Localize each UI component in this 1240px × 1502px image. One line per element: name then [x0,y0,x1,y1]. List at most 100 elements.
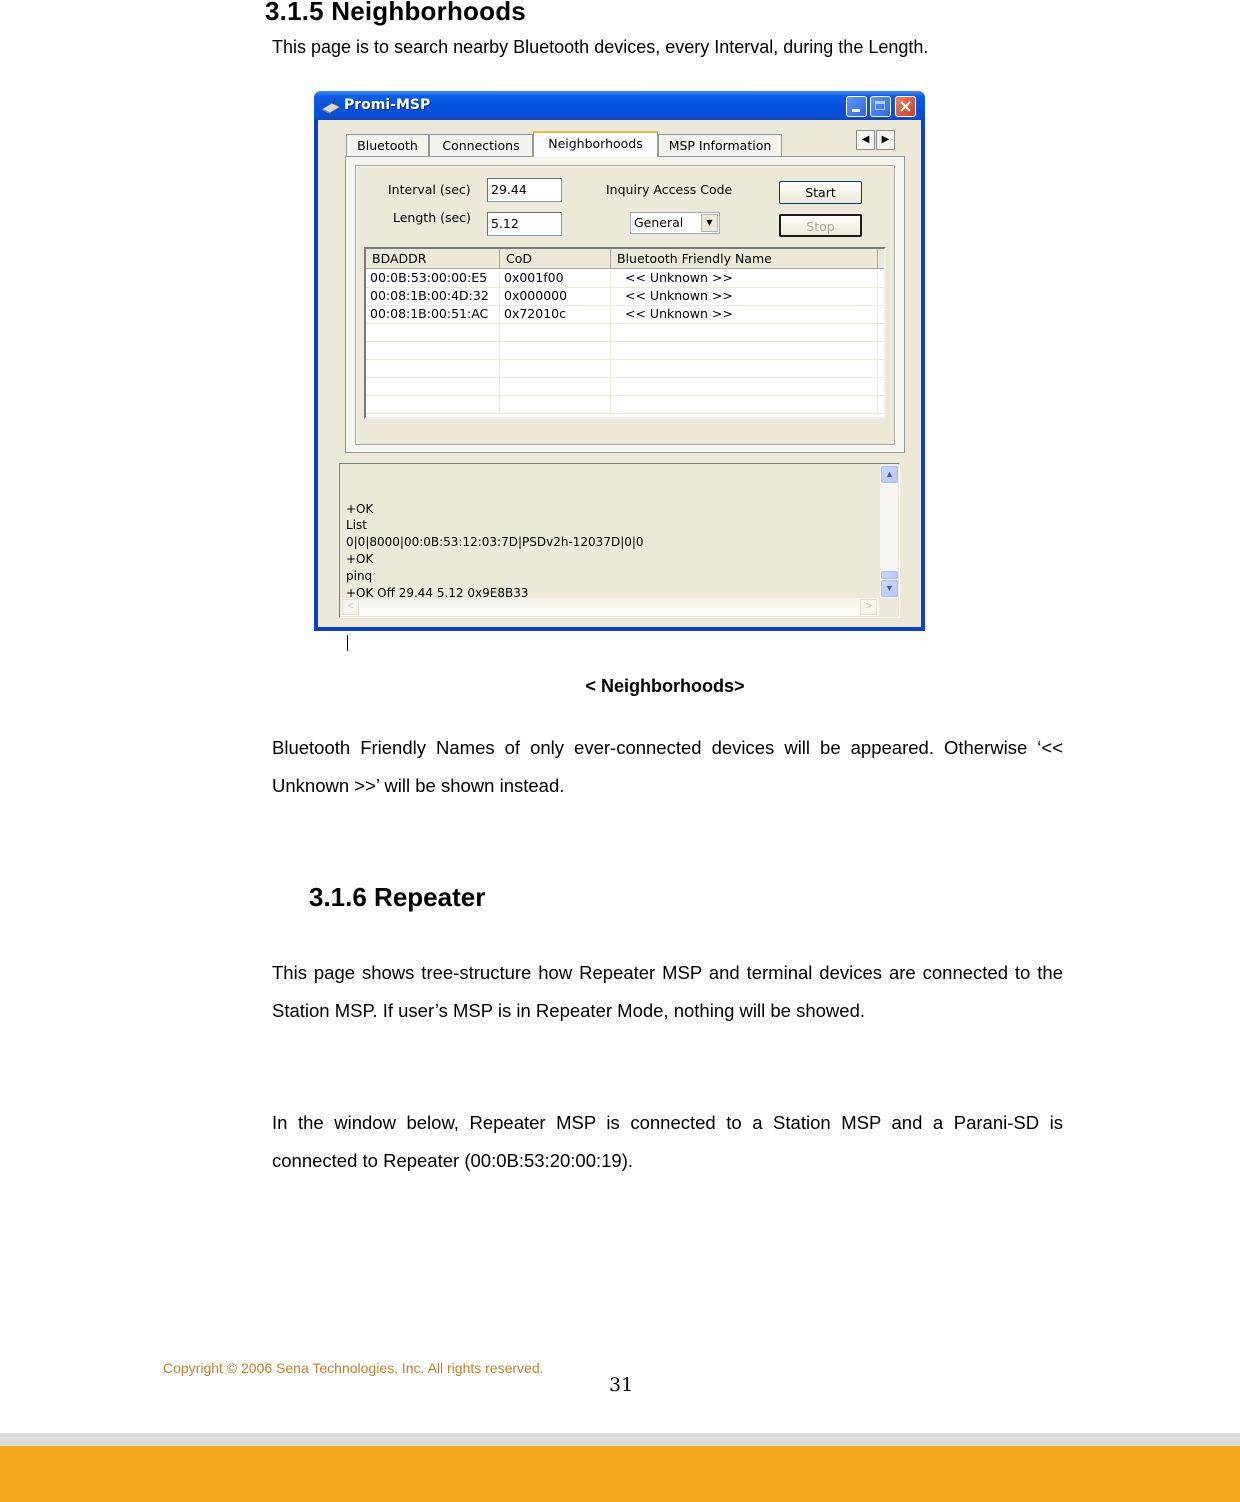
text-caret [347,634,348,651]
triangle-right-icon: ▶ [881,134,890,145]
repeater-paragraph-2: In the window below, Repeater MSP is con… [272,1112,1063,1171]
empty-table-row[interactable] [366,323,884,342]
cell-bdaddr [366,377,500,395]
scroll-up-button[interactable]: ▲ [881,466,898,483]
cell-cod [500,395,611,413]
table-row[interactable]: 00:0B:53:00:00:E5 0x001f00 << Unknown >> [366,269,884,288]
tab-msp-information[interactable]: MSP Information [658,134,782,156]
cell-bdaddr [366,359,500,377]
cell-friendly-name: << Unknown >> [611,305,878,323]
length-input[interactable]: 5.12 [487,212,562,236]
copyright-notice: Copyright © 2006 Sena Technologies, Inc.… [163,1360,544,1376]
tab-neighborhoods[interactable]: Neighborhoods [533,131,658,157]
inquiry-access-code-label: Inquiry Access Code [606,182,733,197]
tab-scroll-left-button[interactable]: ◀ [856,130,875,150]
empty-table-row[interactable] [366,377,884,396]
triangle-left-icon: ◀ [861,134,870,145]
horizontal-scrollbar[interactable]: < > [341,598,879,616]
cell-cod [500,323,611,341]
scroll-right-button[interactable]: > [860,599,877,615]
length-label: Length (sec) [393,210,471,225]
cell-friendly-name: << Unknown >> [611,287,878,305]
tab-scroll-right-button[interactable]: ▶ [876,130,895,150]
column-header-bdaddr[interactable]: BDADDR [366,249,500,268]
neighborhoods-tab-panel: Interval (sec) 29.44 Length (sec) 5.12 I… [345,156,905,453]
cell-filler [878,323,884,341]
column-header-cod[interactable]: CoD [500,249,611,268]
log-line: +OK [346,551,374,566]
maximize-button[interactable] [870,96,891,117]
cell-bdaddr [366,323,500,341]
start-button[interactable]: Start [779,181,862,204]
cell-filler [878,395,884,413]
inquiry-access-code-select[interactable]: General ▼ [630,212,720,234]
close-icon [900,101,911,112]
interval-input[interactable]: 29.44 [487,178,562,202]
cell-friendly-name [611,359,878,377]
title-bar[interactable]: Promi-MSP [314,91,925,120]
promi-msp-window: Promi-MSP Bluetooth Connections Neighbor… [314,91,925,651]
table-row[interactable]: 00:08:1B:00:4D:32 0x000000 << Unknown >> [366,287,884,306]
scroll-thumb[interactable] [881,571,898,579]
cell-friendly-name [611,377,878,395]
log-line: +OK [346,501,374,516]
stop-button[interactable]: Stop [779,214,862,237]
log-line: 0|0|8000|00:0B:53:12:03:7D|PSDv2h-12037D… [346,535,644,550]
cell-cod [500,377,611,395]
window-client-area: Bluetooth Connections Neighborhoods MSP … [318,120,921,651]
chevron-down-icon[interactable]: ▼ [701,214,718,232]
tab-bluetooth[interactable]: Bluetooth [346,134,429,156]
column-header-friendly-name[interactable]: Bluetooth Friendly Name [611,249,878,268]
scroll-down-button[interactable]: ▼ [881,580,898,597]
table-row[interactable]: 00:08:1B:00:51:AC 0x72010c << Unknown >> [366,305,884,324]
empty-table-row[interactable] [366,341,884,360]
close-button[interactable] [895,96,916,117]
bluetooth-device-icon [321,98,341,114]
column-header-filler [878,249,884,268]
iac-selected-value: General [634,215,684,230]
figure-caption: < Neighborhoods> [585,676,745,696]
cell-friendly-name [611,395,878,413]
cell-friendly-name [611,323,878,341]
maximize-icon [875,101,885,110]
empty-table-row[interactable] [366,395,884,414]
neighbors-list[interactable]: BDADDR CoD Bluetooth Friendly Name 00:0B… [364,247,886,419]
interval-label: Interval (sec) [388,182,471,197]
cell-bdaddr: 00:08:1B:00:4D:32 [366,287,500,305]
chevron-right-icon: > [865,601,872,612]
intro-paragraph: This page is to search nearby Bluetooth … [272,37,929,57]
minimize-icon [852,109,860,112]
section-heading-neighborhoods: 3.1.5 Neighborhoods [265,0,526,26]
cell-cod [500,359,611,377]
list-header: BDADDR CoD Bluetooth Friendly Name [366,249,884,269]
empty-table-row[interactable] [366,359,884,378]
cell-cod: 0x000000 [500,287,611,305]
cell-bdaddr: 00:08:1B:00:51:AC [366,305,500,323]
cell-bdaddr [366,341,500,359]
chevron-up-icon: ▲ [885,469,894,479]
repeater-paragraph-1: This page shows tree-structure how Repea… [272,962,1063,1021]
cell-filler [878,287,884,305]
scroll-left-button[interactable]: < [342,599,359,615]
log-output[interactable]: +OK List 0|0|8000|00:0B:53:12:03:7D|PSDv2h… [339,463,900,651]
log-lines: +OK List 0|0|8000|00:0B:53:12:03:7D|PSDv2h… [346,501,644,602]
minimize-button[interactable] [846,96,867,117]
vertical-scrollbar[interactable]: ▲ ▼ [880,465,898,598]
cell-friendly-name [611,341,878,359]
cell-cod: 0x72010c [500,305,611,323]
cell-filler [878,341,884,359]
tab-connections[interactable]: Connections [429,134,533,156]
log-line: pinq [346,568,373,583]
cell-filler [878,359,884,377]
log-text: +OK List 0|0|8000|00:0B:53:12:03:7D|PSDv2h… [346,467,644,685]
cell-bdaddr [366,395,500,413]
log-line: List [346,518,367,533]
page-number: 31 [609,1374,634,1396]
window-title: Promi-MSP [344,97,431,113]
inquiry-groupbox: Interval (sec) 29.44 Length (sec) 5.12 I… [355,165,895,445]
section-heading-repeater: 3.1.6 Repeater [309,882,486,912]
cell-cod: 0x001f00 [500,269,611,287]
cell-bdaddr: 00:0B:53:00:00:E5 [366,269,500,287]
cell-friendly-name: << Unknown >> [611,269,878,287]
cell-filler [878,269,884,287]
